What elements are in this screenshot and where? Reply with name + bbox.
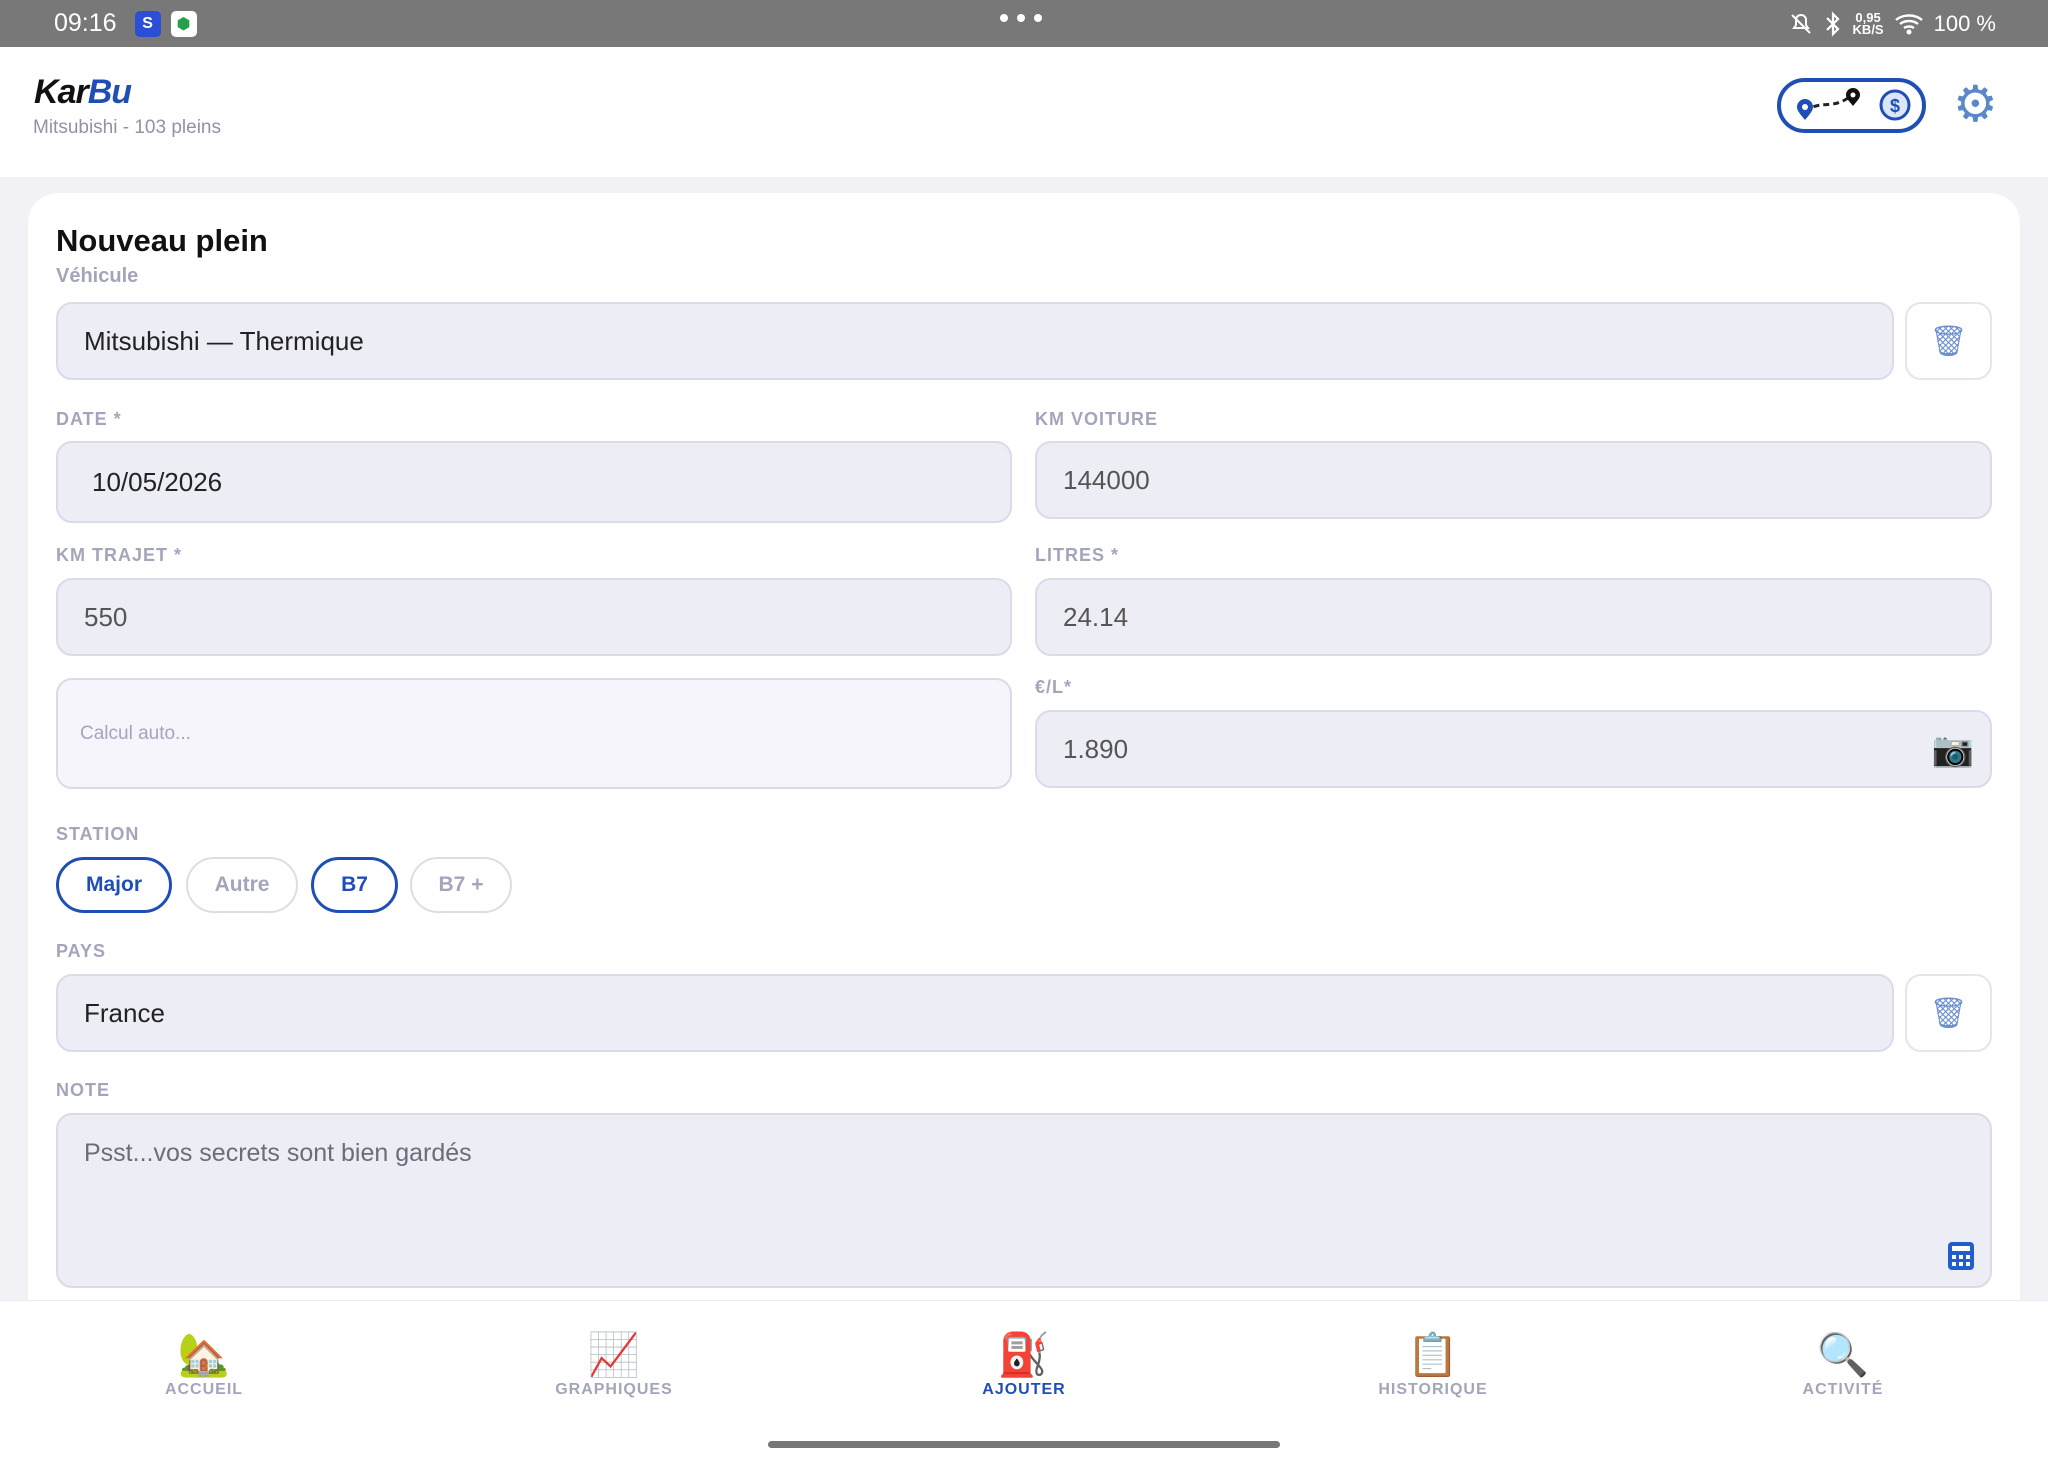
vehicle-label: Véhicule xyxy=(56,265,139,287)
delete-country-trash-icon[interactable]: 🗑 xyxy=(1905,974,1992,1052)
camera-icon[interactable]: 📷 xyxy=(1932,730,1974,770)
status-bar-right: 0,95 KB/S 100 % xyxy=(1789,11,1996,37)
clipboard-icon: 📋 xyxy=(1406,1331,1460,1378)
nav-historique-label: HISTORIQUE xyxy=(1378,1381,1488,1398)
page-title: Nouveau plein xyxy=(56,223,268,258)
network-speed: 0,95 KB/S xyxy=(1852,9,1884,37)
km-trajet-label: KM TRAJET * xyxy=(56,545,183,565)
km-trajet-input[interactable]: 550 xyxy=(56,578,1012,656)
km-voiture-input[interactable]: 144000 xyxy=(1035,441,1992,519)
station-autre-pill[interactable]: Autre xyxy=(186,857,298,913)
note-label: NOTE xyxy=(56,1080,111,1100)
km-voiture-label: KM VOITURE xyxy=(1035,409,1159,429)
nav-historique[interactable]: 📋 HISTORIQUE xyxy=(1333,1331,1533,1399)
nav-accueil[interactable]: 🏡 ACCUEIL xyxy=(104,1331,304,1399)
status-time: 09:16 xyxy=(54,9,117,37)
price-per-litre-input[interactable]: 1.890 📷 xyxy=(1035,710,1992,788)
bottom-navigation: 🏡 ACCUEIL 📈 GRAPHIQUES ⛽ AJOUTER 📋 HISTO… xyxy=(0,1300,2048,1462)
nav-ajouter[interactable]: ⛽ AJOUTER xyxy=(924,1331,1124,1399)
country-select[interactable]: France xyxy=(56,974,1894,1052)
note-textarea[interactable]: Psst...vos secrets sont bien gardés xyxy=(56,1113,1992,1288)
status-bar: 09:16 S ⬢ 0,95 KB/S 100 % xyxy=(0,0,2048,47)
nav-activite-label: ACTIVITÉ xyxy=(1802,1381,1884,1398)
price-per-litre-label: €/L* xyxy=(1035,677,1073,697)
route-icon xyxy=(1797,88,1860,120)
station-major-pill[interactable]: Major xyxy=(56,857,172,913)
home-indicator[interactable] xyxy=(768,1441,1280,1448)
price-per-litre-value: 1.890 xyxy=(1063,733,1129,764)
notifications-off-icon xyxy=(1790,13,1811,34)
vehicle-summary: Mitsubishi - 103 pleins xyxy=(33,117,221,138)
auto-calc-field[interactable]: Calcul auto... xyxy=(56,678,1012,789)
status-bar-left: 09:16 S ⬢ xyxy=(54,9,197,38)
station-label: STATION xyxy=(56,824,140,844)
nav-accueil-label: ACCUEIL xyxy=(164,1381,244,1398)
new-fill-form: Nouveau plein Véhicule Mitsubishi — Ther… xyxy=(28,193,2020,1303)
litres-label: LITRES * xyxy=(1035,545,1120,565)
nav-graphiques[interactable]: 📈 GRAPHIQUES xyxy=(514,1331,714,1399)
battery-level: 100 % xyxy=(1933,10,1996,36)
note-placeholder: Psst...vos secrets sont bien gardés xyxy=(84,1139,472,1167)
svg-text:$: $ xyxy=(1890,96,1900,116)
security-app-icon: ⬢ xyxy=(170,10,197,37)
pays-label: PAYS xyxy=(56,941,107,961)
chart-icon: 📈 xyxy=(587,1331,641,1378)
fuel-pump-icon: ⛽ xyxy=(997,1331,1051,1378)
bluetooth-icon xyxy=(1825,10,1840,37)
calculator-icon[interactable] xyxy=(1948,1242,1974,1270)
vehicle-select[interactable]: Mitsubishi — Thermique xyxy=(56,302,1894,380)
mode-toggle[interactable]: $ xyxy=(1777,78,1926,133)
fuel-b7-pill[interactable]: B7 xyxy=(311,857,398,913)
notification-app-icon: S xyxy=(134,10,161,37)
multitask-dots-icon[interactable] xyxy=(1000,14,1042,22)
app-logo: KarBu xyxy=(34,73,132,111)
nav-ajouter-label: AJOUTER xyxy=(982,1381,1066,1398)
wifi-icon xyxy=(1894,13,1923,34)
settings-gear-icon[interactable]: ⚙ xyxy=(1953,79,1998,129)
nav-activite[interactable]: 🔍 ACTIVITÉ xyxy=(1743,1331,1943,1399)
magnifier-icon: 🔍 xyxy=(1816,1331,1870,1378)
date-input[interactable]: 10/05/2026 xyxy=(56,441,1012,523)
home-icon: 🏡 xyxy=(177,1331,231,1378)
app-header: KarBu Mitsubishi - 103 pleins $ ⚙ xyxy=(0,47,2048,177)
date-label: DATE * xyxy=(56,409,122,429)
fuel-b7-plus-pill[interactable]: B7 + xyxy=(410,857,512,913)
litres-input[interactable]: 24.14 xyxy=(1035,578,1992,656)
delete-vehicle-trash-icon[interactable]: 🗑 xyxy=(1905,302,1992,380)
dollar-icon: $ xyxy=(1879,89,1911,121)
nav-graphiques-label: GRAPHIQUES xyxy=(555,1381,673,1398)
